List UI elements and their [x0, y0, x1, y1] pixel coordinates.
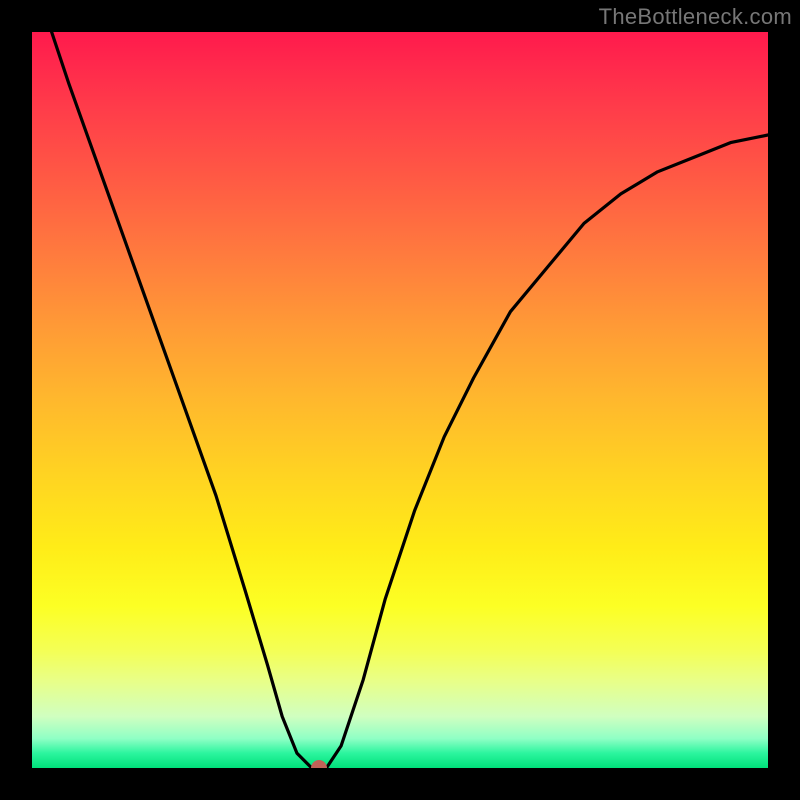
- minimum-marker: [311, 760, 327, 768]
- chart-svg: [32, 32, 768, 768]
- watermark-text: TheBottleneck.com: [599, 4, 792, 30]
- chart-frame: TheBottleneck.com: [0, 0, 800, 800]
- bottleneck-curve: [32, 32, 768, 768]
- plot-area: [32, 32, 768, 768]
